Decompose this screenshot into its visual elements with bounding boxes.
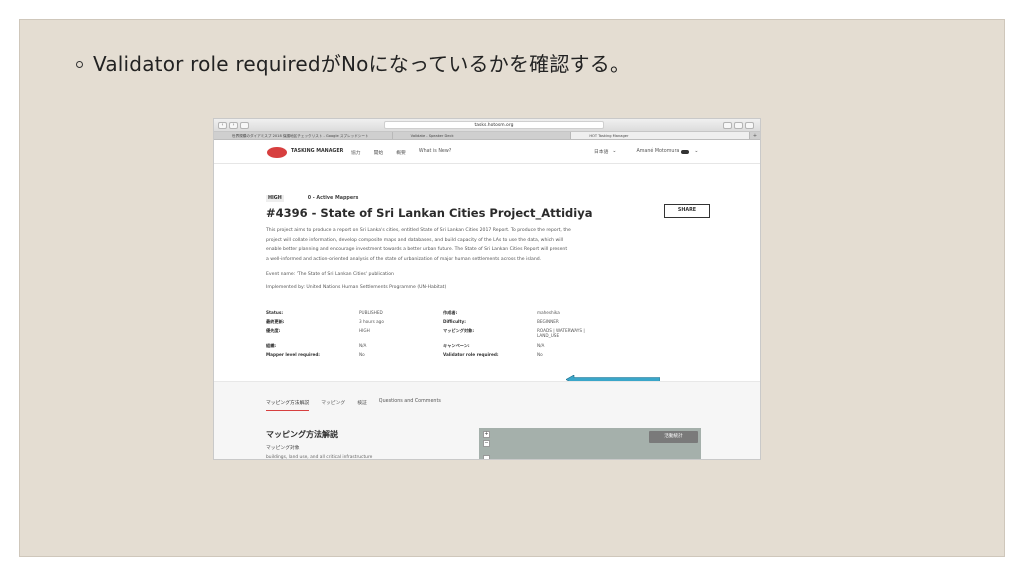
browser-toolbar: ‹ › tasks.hotosm.org: [214, 119, 760, 132]
chevron-down-icon[interactable]: ⌄: [694, 149, 698, 154]
meta-row: 最終更新: 3 hours ago Difficulty: BEGINNER: [266, 319, 666, 328]
language-select[interactable]: 日本語: [594, 148, 608, 155]
embedded-screenshot: ‹ › tasks.hotosm.org 世界規模のダイアミスプ 2018 保護…: [213, 118, 761, 460]
activity-stats-button[interactable]: 活動統計: [649, 431, 698, 443]
zoom-out-icon[interactable]: −: [483, 440, 490, 447]
event-name: Event name: 'The State of Sri Lankan Cit…: [266, 272, 394, 277]
main-nav: 協力 開始 概要 What is New?: [351, 149, 464, 156]
header-right: 日本語 ⌄ Amané Motomura ⌄: [594, 148, 698, 155]
meta-value: BEGINNER: [537, 319, 559, 324]
meta-label: Difficulty:: [443, 319, 466, 324]
layers-icon[interactable]: [483, 455, 490, 459]
project-description: This project aims to produce a report on…: [266, 228, 571, 262]
browser-tab-active[interactable]: HOT Tasking Manager: [571, 132, 751, 139]
meta-label: 組織:: [266, 343, 277, 348]
tab-instructions[interactable]: マッピング方法解説: [266, 399, 310, 411]
meta-value: ROADS | WATERWAYS | LAND_USE: [537, 328, 585, 338]
forward-icon[interactable]: ›: [229, 121, 238, 129]
priority-badge: HIGH: [266, 195, 284, 202]
section-title: マッピング方法解説: [266, 430, 338, 439]
active-mappers: 0 - Active Mappers: [307, 196, 359, 201]
share-button[interactable]: SHARE: [664, 204, 710, 218]
sidebar-icon[interactable]: [240, 121, 249, 129]
chevron-down-icon[interactable]: ⌄: [612, 149, 616, 154]
hot-logo-icon[interactable]: [267, 147, 287, 158]
meta-value: HIGH: [359, 328, 370, 333]
tabs-overview-icon[interactable]: [745, 122, 754, 129]
bullet-text: Validator role requiredがNoになっているかを確認する。: [93, 52, 631, 76]
new-tab-button[interactable]: +: [750, 132, 760, 139]
subsection-label: マッピング対象: [266, 446, 300, 451]
meta-label: 優先度:: [266, 328, 281, 333]
priority-row: HIGH 0 - Active Mappers: [266, 195, 726, 202]
user-name[interactable]: Amané Motomura: [636, 149, 679, 154]
meta-label: Status:: [266, 310, 283, 315]
bullet-row: Validator role requiredがNoになっているかを確認する。: [76, 48, 630, 77]
bullet-circle-icon: [76, 60, 83, 68]
project-tabs: マッピング方法解説 マッピング 検証 Questions and Comment…: [266, 399, 453, 411]
nav-item-start[interactable]: 開始: [374, 149, 384, 156]
meta-value: 3 hours ago: [359, 319, 384, 324]
zoom-in-icon[interactable]: +: [483, 431, 490, 438]
share-icon[interactable]: [734, 122, 743, 129]
tasking-manager-header: TASKING MANAGER 協力 開始 概要 What is New? 日本…: [214, 140, 760, 164]
meta-label: 作成者:: [443, 310, 458, 315]
meta-row: Mapper level required: No Validator role…: [266, 352, 666, 361]
tab-mapping[interactable]: マッピング: [321, 399, 345, 411]
project-title: #4396 - State of Sri Lankan Cities Proje…: [266, 206, 593, 220]
project-overview: HIGH 0 - Active Mappers #4396 - State of…: [266, 195, 726, 290]
meta-label: Mapper level required:: [266, 352, 320, 357]
meta-label: 最終更新:: [266, 319, 285, 324]
instructions-section: マッピング方法解説 マッピング 検証 Questions and Comment…: [214, 381, 760, 460]
validator-role-label: Validator role required:: [443, 352, 499, 357]
meta-label: マッピング対象:: [443, 328, 474, 333]
project-meta: Status: PUBLISHED 作成者: maheshika 最終更新: 3…: [266, 310, 666, 361]
browser-tab[interactable]: Validate - Speaker Deck: [393, 132, 572, 139]
nav-item-whats-new[interactable]: What is New?: [419, 149, 452, 156]
meta-row: Status: PUBLISHED 作成者: maheshika: [266, 310, 666, 319]
browser-tabs: 世界規模のダイアミスプ 2018 保護地区チェックリスト - Google スプ…: [214, 132, 760, 140]
meta-row: 組織: N/A キャンペーン: N/A: [266, 343, 666, 352]
meta-value: No: [359, 352, 365, 357]
meta-value: N/A: [359, 343, 367, 348]
validator-role-value: No: [537, 352, 543, 357]
meta-value: N/A: [537, 343, 545, 348]
meta-row: 優先度: HIGH マッピング対象: ROADS | WATERWAYS | L…: [266, 328, 666, 343]
address-bar[interactable]: tasks.hotosm.org: [384, 121, 604, 129]
toolbar-right: [723, 122, 756, 129]
subsection-value: buildings, land use, and all critical in…: [266, 455, 373, 460]
meta-value: PUBLISHED: [359, 310, 383, 315]
project-map[interactable]: + − 活動統計: [479, 428, 701, 459]
meta-label: キャンペーン:: [443, 343, 470, 348]
logo-text[interactable]: TASKING MANAGER: [291, 149, 343, 154]
download-icon[interactable]: [723, 122, 732, 129]
tab-questions[interactable]: Questions and Comments: [379, 399, 441, 411]
meta-value: maheshika: [537, 310, 560, 315]
browser-tab[interactable]: 世界規模のダイアミスプ 2018 保護地区チェックリスト - Google スプ…: [214, 132, 393, 139]
nav-item-contribute[interactable]: 協力: [351, 149, 361, 156]
nav-item-about[interactable]: 概要: [396, 149, 406, 156]
back-icon[interactable]: ‹: [218, 121, 227, 129]
notification-badge: [681, 149, 690, 154]
tab-validation[interactable]: 検証: [357, 399, 367, 411]
implemented-by: Implemented by: United Nations Human Set…: [266, 285, 447, 290]
